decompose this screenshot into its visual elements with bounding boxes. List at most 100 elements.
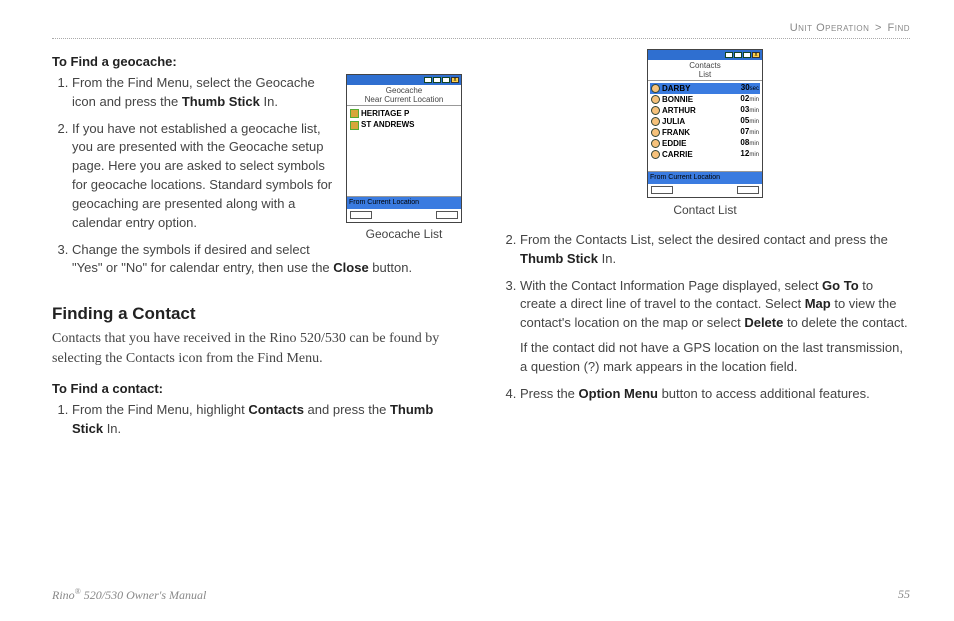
step-text: If you have not established a geocache l… [72, 121, 332, 230]
contact-dist: 05 [740, 116, 749, 125]
contact-dist: 08 [740, 138, 749, 147]
device-title-line: Contacts [648, 61, 762, 70]
manual-title-rest: 520/530 Owner's Manual [81, 588, 207, 602]
device-footer: From Current Location [347, 196, 461, 222]
device-title-line: List [648, 70, 762, 79]
subhead-find-contact: To Find a contact: [52, 380, 462, 399]
close-icon: x [451, 77, 459, 83]
contact-unit: min [749, 152, 759, 158]
contact-steps-right: From the Contacts List, select the desir… [500, 231, 910, 404]
face-icon [651, 95, 660, 104]
status-icon [442, 77, 450, 83]
device-location-bar: From Current Location [347, 197, 461, 209]
breadcrumb-sep: > [873, 22, 884, 34]
contact-dist: 30 [741, 83, 750, 92]
face-icon [651, 84, 660, 93]
step-text: button to access additional features. [658, 386, 870, 401]
close-icon: x [752, 52, 760, 58]
geocache-device: x Geocache Near Current Location HERITAG… [346, 74, 462, 223]
geocache-row: HERITAGE P [349, 108, 459, 120]
contact-device: x Contacts List DARBY 30sec BONNIE 02 [647, 49, 763, 198]
list-item: Change the symbols if desired and select… [72, 241, 462, 279]
contact-steps-left: From the Find Menu, highlight Contacts a… [52, 401, 462, 439]
contact-row: ARTHUR 03min [650, 105, 760, 116]
contact-unit: min [749, 141, 759, 147]
contact-dist: 07 [740, 127, 749, 136]
step-text: From the Contacts List, select the desir… [520, 232, 888, 247]
device-title-line: Near Current Location [347, 95, 461, 104]
status-icon [424, 77, 432, 83]
right-column: x Contacts List DARBY 30sec BONNIE 02 [500, 49, 910, 449]
step-text: In. [598, 251, 616, 266]
device-title-line: Geocache [347, 86, 461, 95]
step-text: In. [260, 94, 278, 109]
contact-name: JULIA [662, 117, 685, 127]
step-text: and press the [304, 402, 390, 417]
contact-unit: min [749, 119, 759, 125]
step-text: With the Contact Information Page displa… [520, 278, 822, 293]
contact-dist: 12 [740, 149, 749, 158]
page-number: 55 [898, 587, 910, 603]
geocache-caption: Geocache List [346, 226, 462, 243]
step-text: Press the [520, 386, 579, 401]
contact-unit: min [749, 108, 759, 114]
contact-unit: min [749, 130, 759, 136]
face-icon [651, 106, 660, 115]
list-item: From the Find Menu, highlight Contacts a… [72, 401, 462, 439]
contact-unit: min [749, 97, 759, 103]
contact-unit: sec [750, 86, 759, 92]
device-statusbar: x [648, 50, 762, 60]
device-title: Geocache Near Current Location [347, 85, 461, 106]
contact-figure: x Contacts List DARBY 30sec BONNIE 02 [500, 49, 910, 219]
softkey [737, 186, 759, 194]
list-item: From the Contacts List, select the desir… [520, 231, 910, 269]
contact-row: BONNIE 02min [650, 94, 760, 105]
device-location-bar: From Current Location [648, 172, 762, 184]
device-softkeys [347, 209, 461, 222]
device-footer: From Current Location [648, 171, 762, 197]
bold-term: Go To [822, 278, 859, 293]
softkey [651, 186, 673, 194]
manual-page: Unit Operation > Find To Find a geocache… [0, 0, 954, 621]
contact-row: JULIA 05min [650, 116, 760, 127]
geocache-figure: x Geocache Near Current Location HERITAG… [346, 74, 462, 244]
contact-name: ARTHUR [662, 106, 696, 116]
softkey [350, 211, 372, 219]
step-text: to delete the contact. [783, 315, 907, 330]
content-columns: To Find a geocache: x Geocache Near [52, 49, 910, 449]
status-icon [743, 52, 751, 58]
geocache-name: HERITAGE P [361, 108, 409, 120]
step-text: Change the symbols if desired and select… [72, 242, 333, 276]
face-icon [651, 139, 660, 148]
left-column: To Find a geocache: x Geocache Near [52, 49, 462, 449]
contact-name: DARBY [662, 84, 690, 94]
bold-term: Thumb Stick [520, 251, 598, 266]
product-name: Rino [52, 588, 75, 602]
step-text: From the Find Menu, highlight [72, 402, 248, 417]
bold-term: Thumb Stick [182, 94, 260, 109]
contact-caption: Contact List [500, 202, 910, 219]
face-icon [651, 117, 660, 126]
step-text: In. [103, 421, 121, 436]
contact-list-body: DARBY 30sec BONNIE 02min ARTHUR 03min [648, 81, 762, 171]
page-footer: Rino® 520/530 Owner's Manual 55 [52, 587, 910, 603]
subhead-find-geocache: To Find a geocache: [52, 53, 462, 72]
bold-term: Delete [744, 315, 783, 330]
device-softkeys [648, 184, 762, 197]
contact-row: CARRIE 12min [650, 149, 760, 160]
header-rule [52, 38, 910, 39]
step-text: button. [369, 260, 412, 275]
intro-paragraph: Contacts that you have received in the R… [52, 329, 462, 368]
status-icon [433, 77, 441, 83]
breadcrumb-section: Unit Operation [790, 22, 870, 34]
bold-term: Map [805, 296, 831, 311]
geocache-name: ST ANDREWS [361, 119, 414, 131]
list-item: Press the Option Menu button to access a… [520, 385, 910, 404]
device-title: Contacts List [648, 60, 762, 81]
geocache-list-body: HERITAGE P ST ANDREWS [347, 106, 461, 196]
list-item: With the Contact Information Page displa… [520, 277, 910, 377]
breadcrumb: Unit Operation > Find [52, 22, 910, 34]
status-icon [725, 52, 733, 58]
breadcrumb-sub: Find [888, 22, 911, 34]
bold-term: Close [333, 260, 368, 275]
